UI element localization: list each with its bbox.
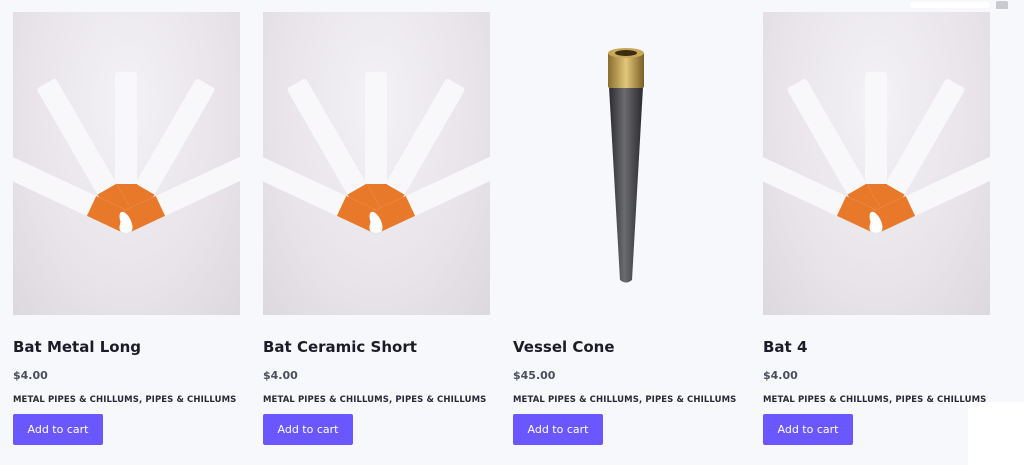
product-card: Bat 4 $4.00 METAL PIPES & CHILLUMS, PIPE… xyxy=(763,12,990,445)
product-price: $4.00 xyxy=(263,369,298,382)
cigarette-bats-image xyxy=(263,72,490,233)
product-title[interactable]: Vessel Cone xyxy=(513,338,615,356)
product-image[interactable] xyxy=(763,12,990,315)
product-card: Bat Metal Long $4.00 METAL PIPES & CHILL… xyxy=(13,12,240,445)
cigarette-bats-image xyxy=(13,72,240,233)
product-categories[interactable]: METAL PIPES & CHILLUMS, PIPES & CHILLUMS xyxy=(513,395,736,405)
product-categories[interactable]: METAL PIPES & CHILLUMS, PIPES & CHILLUMS xyxy=(263,395,486,405)
product-categories[interactable]: METAL PIPES & CHILLUMS, PIPES & CHILLUMS xyxy=(13,395,236,405)
top-right-corner xyxy=(884,0,1024,10)
product-image[interactable] xyxy=(263,12,490,315)
vessel-cone-image xyxy=(608,48,644,283)
add-to-cart-button[interactable]: Add to cart xyxy=(13,414,103,445)
product-title[interactable]: Bat Metal Long xyxy=(13,338,141,356)
product-image[interactable] xyxy=(13,12,240,315)
product-card: Vessel Cone $45.00 METAL PIPES & CHILLUM… xyxy=(513,12,740,445)
product-price: $45.00 xyxy=(513,369,556,382)
product-image[interactable] xyxy=(513,12,740,315)
product-grid: Bat Metal Long $4.00 METAL PIPES & CHILL… xyxy=(13,12,990,445)
user-account-icon[interactable] xyxy=(996,1,1008,9)
header-search-bar-edge[interactable] xyxy=(910,2,990,8)
product-categories[interactable]: METAL PIPES & CHILLUMS, PIPES & CHILLUMS xyxy=(763,395,986,405)
product-price: $4.00 xyxy=(763,369,798,382)
add-to-cart-button[interactable]: Add to cart xyxy=(513,414,603,445)
product-price: $4.00 xyxy=(13,369,48,382)
product-title[interactable]: Bat Ceramic Short xyxy=(263,338,417,356)
cigarette-bats-image xyxy=(763,72,990,233)
add-to-cart-button[interactable]: Add to cart xyxy=(763,414,853,445)
product-title[interactable]: Bat 4 xyxy=(763,338,807,356)
product-card: Bat Ceramic Short $4.00 METAL PIPES & CH… xyxy=(263,12,490,445)
add-to-cart-button[interactable]: Add to cart xyxy=(263,414,353,445)
side-panel-edge xyxy=(968,402,1024,465)
